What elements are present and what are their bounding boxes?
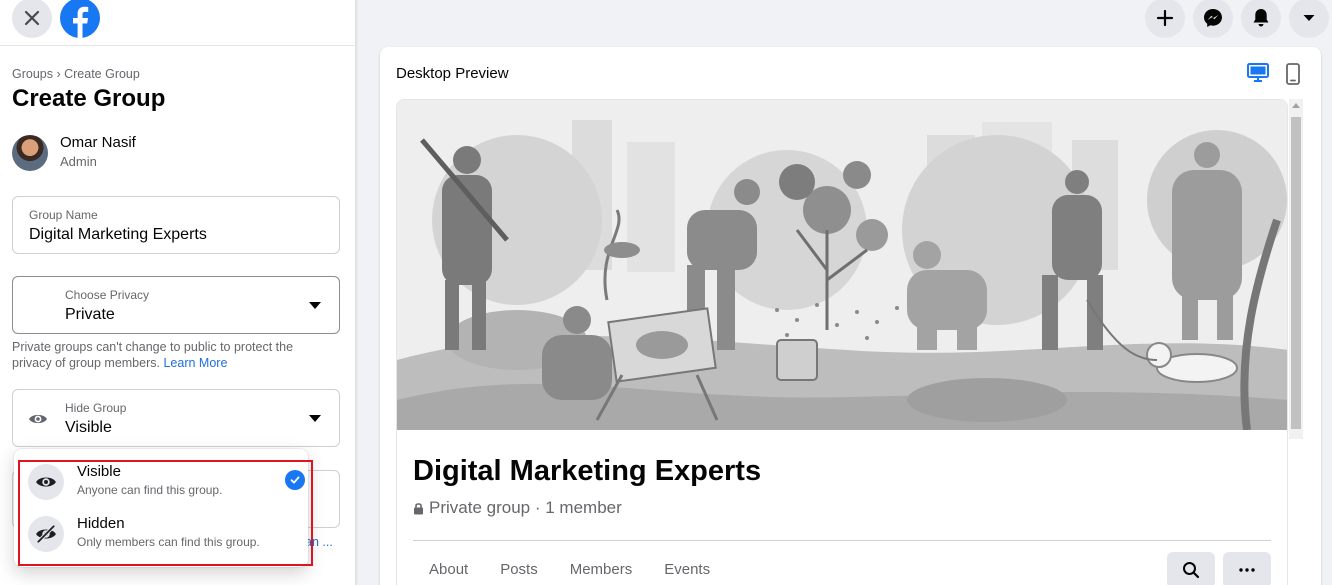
more-options-button[interactable]	[1223, 552, 1271, 585]
facebook-logo[interactable]	[60, 0, 100, 38]
more-icon	[1239, 568, 1255, 572]
notifications-button[interactable]	[1241, 0, 1281, 38]
mobile-icon	[1286, 63, 1300, 85]
scroll-up-icon[interactable]	[1292, 103, 1300, 108]
sidebar-header	[0, 0, 356, 46]
messenger-icon	[1204, 9, 1222, 27]
tab-members[interactable]: Members	[554, 561, 649, 578]
search-icon	[1183, 562, 1200, 579]
avatar	[12, 134, 48, 171]
page-title: Create Group	[12, 85, 166, 112]
preview-scrollbar[interactable]	[1289, 99, 1303, 439]
tab-about[interactable]: About	[413, 561, 484, 578]
desktop-view-button[interactable]	[1247, 63, 1269, 88]
hide-group-select[interactable]: Hide Group Visible	[12, 389, 340, 447]
hide-group-label: Hide Group	[65, 401, 127, 415]
group-name-input[interactable]: Digital Marketing Experts	[29, 226, 207, 244]
messenger-button[interactable]	[1193, 0, 1233, 38]
privacy-text: Private group	[429, 498, 531, 517]
chevron-down-icon	[309, 302, 321, 309]
mobile-view-button[interactable]	[1286, 63, 1300, 90]
preview-group-meta: Private group · 1 member	[413, 498, 622, 518]
user-name: Omar Nasif	[60, 134, 136, 151]
eye-icon	[28, 409, 48, 434]
create-button[interactable]	[1145, 0, 1185, 38]
account-menu-button[interactable]	[1289, 0, 1329, 38]
privacy-note: Private groups can't change to public to…	[12, 339, 332, 371]
member-count: 1 member	[545, 498, 622, 517]
cover-illustration	[397, 100, 1287, 431]
privacy-note-text: Private groups can't change to public to…	[12, 340, 294, 370]
annotation-highlight-box	[18, 460, 313, 566]
divider	[413, 540, 1271, 541]
breadcrumb[interactable]: Groups › Create Group	[12, 67, 140, 81]
group-name-field[interactable]: Group Name Digital Marketing Experts	[12, 196, 340, 254]
tab-events[interactable]: Events	[648, 561, 726, 578]
meta-separator: ·	[530, 498, 546, 517]
lock-icon	[414, 502, 423, 514]
bell-icon	[1253, 9, 1269, 27]
learn-more-link[interactable]: Learn More	[163, 356, 227, 370]
close-icon	[24, 10, 40, 26]
user-role: Admin	[60, 154, 97, 169]
tab-posts[interactable]: Posts	[484, 561, 554, 578]
privacy-select[interactable]: Choose Privacy Private	[12, 276, 340, 334]
caret-down-icon	[1303, 15, 1315, 21]
group-preview: Digital Marketing Experts Private group …	[396, 99, 1288, 585]
search-button[interactable]	[1167, 552, 1215, 585]
preview-group-name: Digital Marketing Experts	[413, 455, 762, 487]
admin-user-row: Omar Nasif Admin	[12, 134, 136, 171]
preview-title: Desktop Preview	[396, 65, 509, 82]
chevron-down-icon	[309, 415, 321, 422]
group-tabs: About Posts Members Events	[413, 561, 726, 578]
facebook-icon	[73, 6, 89, 38]
privacy-value: Private	[65, 306, 115, 323]
plus-icon	[1156, 9, 1174, 27]
privacy-label: Choose Privacy	[65, 288, 150, 302]
desktop-icon	[1247, 63, 1269, 82]
desktop-preview-card: Desktop Preview Digital Marketing Expert…	[380, 47, 1321, 585]
group-name-label: Group Name	[29, 208, 98, 222]
close-button[interactable]	[12, 0, 52, 38]
scroll-thumb[interactable]	[1291, 117, 1301, 429]
hide-group-value: Visible	[65, 419, 112, 436]
